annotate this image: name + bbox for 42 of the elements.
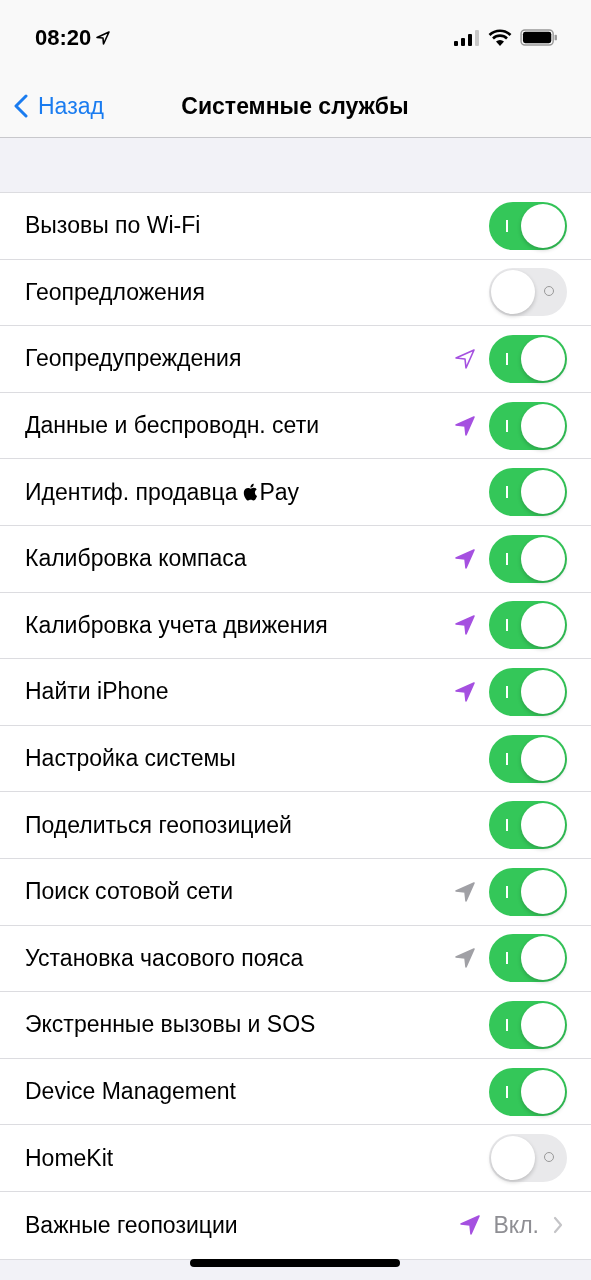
setting-label: Важные геопозиции (25, 1211, 239, 1239)
setting-label: HomeKit (25, 1144, 115, 1172)
setting-label: Установка часового пояса (25, 944, 305, 972)
toggle-switch[interactable] (489, 734, 567, 783)
toggle-switch[interactable] (489, 934, 567, 983)
setting-label: Геопредупреждения (25, 345, 243, 373)
toggle-switch[interactable] (489, 335, 567, 383)
battery-icon (520, 29, 558, 46)
toggle-switch[interactable] (489, 1134, 567, 1183)
toggle-switch[interactable] (489, 867, 567, 916)
toggle-switch[interactable] (489, 268, 567, 317)
apple-logo-icon (243, 483, 259, 502)
setting-label: Экстренные вызовы и SOS (25, 1011, 317, 1039)
page-title: Системные службы (181, 92, 409, 120)
toggle-switch[interactable] (489, 534, 567, 583)
toggle-switch[interactable] (489, 468, 567, 517)
setting-label: Найти iPhone (25, 678, 170, 706)
setting-label: Геопредложения (25, 278, 206, 306)
signal-icon (454, 29, 480, 46)
toggle-switch[interactable] (489, 1067, 567, 1116)
setting-label: Калибровка компаса (25, 545, 248, 573)
setting-label: Поделиться геопозицией (25, 811, 293, 839)
status-time: 08:20 (35, 24, 92, 51)
setting-label: Device Management (25, 1078, 237, 1105)
chevron-right-icon (553, 1216, 563, 1235)
toggle-switch[interactable] (489, 667, 567, 716)
back-button[interactable]: Назад (0, 92, 104, 120)
toggle-switch[interactable] (489, 601, 567, 650)
setting-label: Идентиф. продавца Pay (25, 478, 301, 506)
pay-label: Pay (259, 478, 300, 506)
setting-label: Данные и беспроводн. сети (25, 412, 321, 440)
toggle-switch[interactable] (489, 401, 567, 450)
toggle-switch[interactable] (489, 1000, 567, 1049)
wifi-icon (488, 29, 512, 46)
back-chevron-icon (14, 94, 28, 118)
toggle-switch[interactable] (489, 801, 567, 850)
setting-value: Вкл. (493, 1211, 539, 1239)
toggle-switch[interactable] (489, 201, 567, 250)
setting-label: Настройка системы (25, 745, 237, 773)
setting-label: Поиск сотовой сети (25, 878, 235, 906)
setting-label: Вызовы по Wi-Fi (25, 212, 202, 240)
setting-label: Калибровка учета движения (25, 611, 329, 639)
